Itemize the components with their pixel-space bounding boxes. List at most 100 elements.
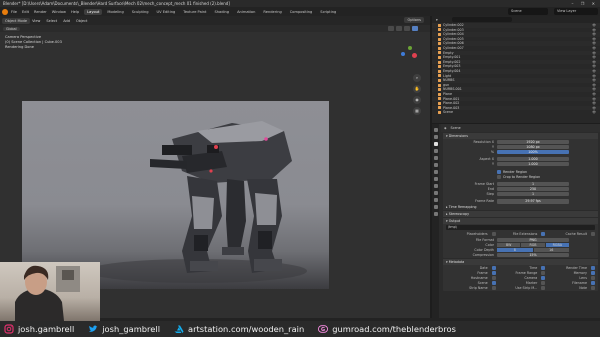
zoom-icon[interactable]: ⌕ bbox=[413, 74, 421, 82]
workspace-tab-animation[interactable]: Animation bbox=[234, 9, 258, 15]
object-tab-icon[interactable] bbox=[433, 170, 438, 174]
metadata-option-label: Frame Range bbox=[515, 270, 538, 275]
rendered-shading-button[interactable] bbox=[412, 26, 418, 31]
viewport-menu-select[interactable]: Select bbox=[46, 19, 57, 23]
navigation-gizmo[interactable] bbox=[398, 44, 420, 66]
blender-logo-icon[interactable] bbox=[2, 8, 8, 15]
tool-tab-icon[interactable] bbox=[433, 128, 438, 132]
output-panel-header[interactable]: Output bbox=[443, 218, 598, 225]
metadata-option-checkbox[interactable] bbox=[591, 285, 595, 290]
metadata-option-checkbox[interactable] bbox=[591, 275, 595, 280]
output-path-field[interactable]: /tmp\ bbox=[446, 225, 595, 231]
menu-edit[interactable]: Edit bbox=[22, 10, 29, 14]
menu-help[interactable]: Help bbox=[71, 10, 79, 14]
modifier-tab-icon[interactable] bbox=[433, 177, 438, 181]
wireframe-shading-button[interactable] bbox=[388, 26, 394, 31]
color-rgb-option[interactable]: RGB bbox=[521, 242, 545, 247]
properties-editor: ◈ Scene Dimensions Resolution X1920 px Y… bbox=[432, 124, 600, 321]
compression-slider[interactable]: 15% bbox=[497, 253, 569, 258]
metadata-option-label: Hostname bbox=[470, 275, 488, 280]
metadata-option-checkbox[interactable] bbox=[591, 265, 595, 270]
object-type-icon bbox=[438, 92, 441, 96]
aspect-y-field[interactable]: 1.000 bbox=[497, 162, 569, 167]
frame-step-field[interactable]: 1 bbox=[497, 192, 569, 197]
viewport-info-line: Rendering Done bbox=[5, 45, 34, 49]
pan-hand-icon[interactable]: ✋ bbox=[413, 85, 421, 93]
constraints-tab-icon[interactable] bbox=[433, 198, 438, 202]
aspect-x-field[interactable]: 1.000 bbox=[497, 157, 569, 162]
viewport-menu-add[interactable]: Add bbox=[63, 19, 70, 23]
color-rgba-option[interactable]: RGBA bbox=[545, 242, 569, 247]
world-tab-icon[interactable] bbox=[433, 163, 438, 167]
view-layer-selector[interactable]: View Layer bbox=[554, 8, 598, 15]
metadata-option: Camera bbox=[496, 275, 546, 280]
workspace-tab-compositing[interactable]: Compositing bbox=[287, 9, 316, 15]
scene-selector[interactable]: Scene bbox=[508, 8, 548, 15]
frame-start-field[interactable]: 1 bbox=[497, 181, 569, 186]
color-bw-option[interactable]: BW bbox=[497, 242, 521, 247]
material-shading-button[interactable] bbox=[404, 26, 410, 31]
outliner-row[interactable]: Scene 👁 bbox=[432, 110, 600, 115]
outliner-search-input[interactable] bbox=[451, 17, 512, 22]
metadata-option-checkbox[interactable] bbox=[591, 270, 595, 275]
presenter-webcam-image bbox=[15, 265, 80, 321]
time-remapping-subpanel[interactable]: Time Remapping bbox=[443, 204, 598, 211]
object-mode-dropdown[interactable]: Object Mode bbox=[2, 17, 31, 24]
workspace-tab-shading[interactable]: Shading bbox=[211, 9, 232, 15]
scene-tab-icon[interactable] bbox=[433, 156, 438, 160]
gizmo-x-axis[interactable] bbox=[412, 53, 417, 58]
twitter-link[interactable]: josh_gambrell bbox=[88, 324, 160, 334]
viewport-header: Object Mode View Select Add Object Optio… bbox=[0, 16, 430, 25]
resolution-y-field[interactable]: 1080 px bbox=[497, 144, 569, 149]
workspace-tab-texture-paint[interactable]: Texture Paint bbox=[180, 9, 209, 15]
gumroad-link[interactable]: G gumroad.com/theblenderbros bbox=[318, 324, 456, 334]
resolution-x-field[interactable]: 1920 px bbox=[497, 139, 569, 144]
render-region-checkbox[interactable] bbox=[497, 169, 501, 174]
physics-tab-icon[interactable] bbox=[433, 191, 438, 195]
output-tab-icon[interactable] bbox=[433, 142, 438, 146]
workspace-tab-rendering[interactable]: Rendering bbox=[260, 9, 284, 15]
frame-end-field[interactable]: 250 bbox=[497, 187, 569, 192]
outliner-filter-icon[interactable]: ▾ bbox=[436, 18, 438, 22]
viewport-menu-object[interactable]: Object bbox=[76, 19, 87, 23]
metadata-option-label: Frame bbox=[477, 270, 488, 275]
viewport-menu-view[interactable]: View bbox=[32, 19, 40, 23]
workspace-tab-modeling[interactable]: Modeling bbox=[104, 9, 126, 15]
viewport-tool-header: Global bbox=[0, 25, 430, 32]
properties-body: ◈ Scene Dimensions Resolution X1920 px Y… bbox=[441, 124, 600, 321]
color-depth-8-option[interactable]: 8 bbox=[497, 247, 533, 253]
workspace-tab-uv-editing[interactable]: UV Editing bbox=[154, 9, 179, 15]
resolution-percent-slider[interactable]: 100% bbox=[497, 149, 569, 155]
visibility-eye-icon[interactable]: 👁 bbox=[592, 110, 596, 115]
gizmo-z-axis[interactable] bbox=[401, 52, 405, 56]
cache-result-checkbox[interactable] bbox=[591, 232, 595, 237]
color-depth-16-option[interactable]: 16 bbox=[533, 247, 569, 253]
file-format-dropdown[interactable]: PNG bbox=[497, 237, 569, 242]
file-extensions-label: File Extensions bbox=[512, 232, 538, 237]
solid-shading-button[interactable] bbox=[396, 26, 402, 31]
menu-render[interactable]: Render bbox=[34, 10, 47, 14]
view-layer-tab-icon[interactable] bbox=[433, 149, 438, 153]
grid-icon[interactable]: ▦ bbox=[413, 107, 421, 115]
menu-window[interactable]: Window bbox=[52, 10, 66, 14]
material-tab-icon[interactable] bbox=[433, 212, 438, 216]
crop-region-checkbox[interactable] bbox=[497, 174, 501, 179]
artstation-link[interactable]: artstation.com/wooden_rain bbox=[174, 324, 304, 334]
data-tab-icon[interactable] bbox=[433, 205, 438, 209]
metadata-option-checkbox[interactable] bbox=[591, 280, 595, 285]
workspace-tab-layout[interactable]: Layout bbox=[84, 8, 103, 15]
stereoscopy-panel-header[interactable]: Stereoscopy bbox=[443, 211, 598, 218]
camera-icon[interactable]: ◉ bbox=[413, 96, 421, 104]
workspace-tab-scripting[interactable]: Scripting bbox=[317, 9, 339, 15]
instagram-link[interactable]: josh.gambrell bbox=[4, 324, 74, 334]
workspace-tab-sculpting[interactable]: Sculpting bbox=[129, 9, 152, 15]
particles-tab-icon[interactable] bbox=[433, 184, 438, 188]
menu-file[interactable]: File bbox=[11, 10, 17, 14]
frame-rate-dropdown[interactable]: 29.97 fps bbox=[497, 199, 569, 204]
options-dropdown[interactable]: Options bbox=[404, 17, 424, 23]
window-controls[interactable]: – ❐ ✕ bbox=[572, 0, 598, 7]
orientation-dropdown[interactable]: Global bbox=[3, 26, 20, 31]
gizmo-y-axis[interactable] bbox=[408, 46, 412, 50]
metadata-option-label: Note bbox=[579, 285, 587, 290]
render-tab-icon[interactable] bbox=[433, 135, 438, 139]
